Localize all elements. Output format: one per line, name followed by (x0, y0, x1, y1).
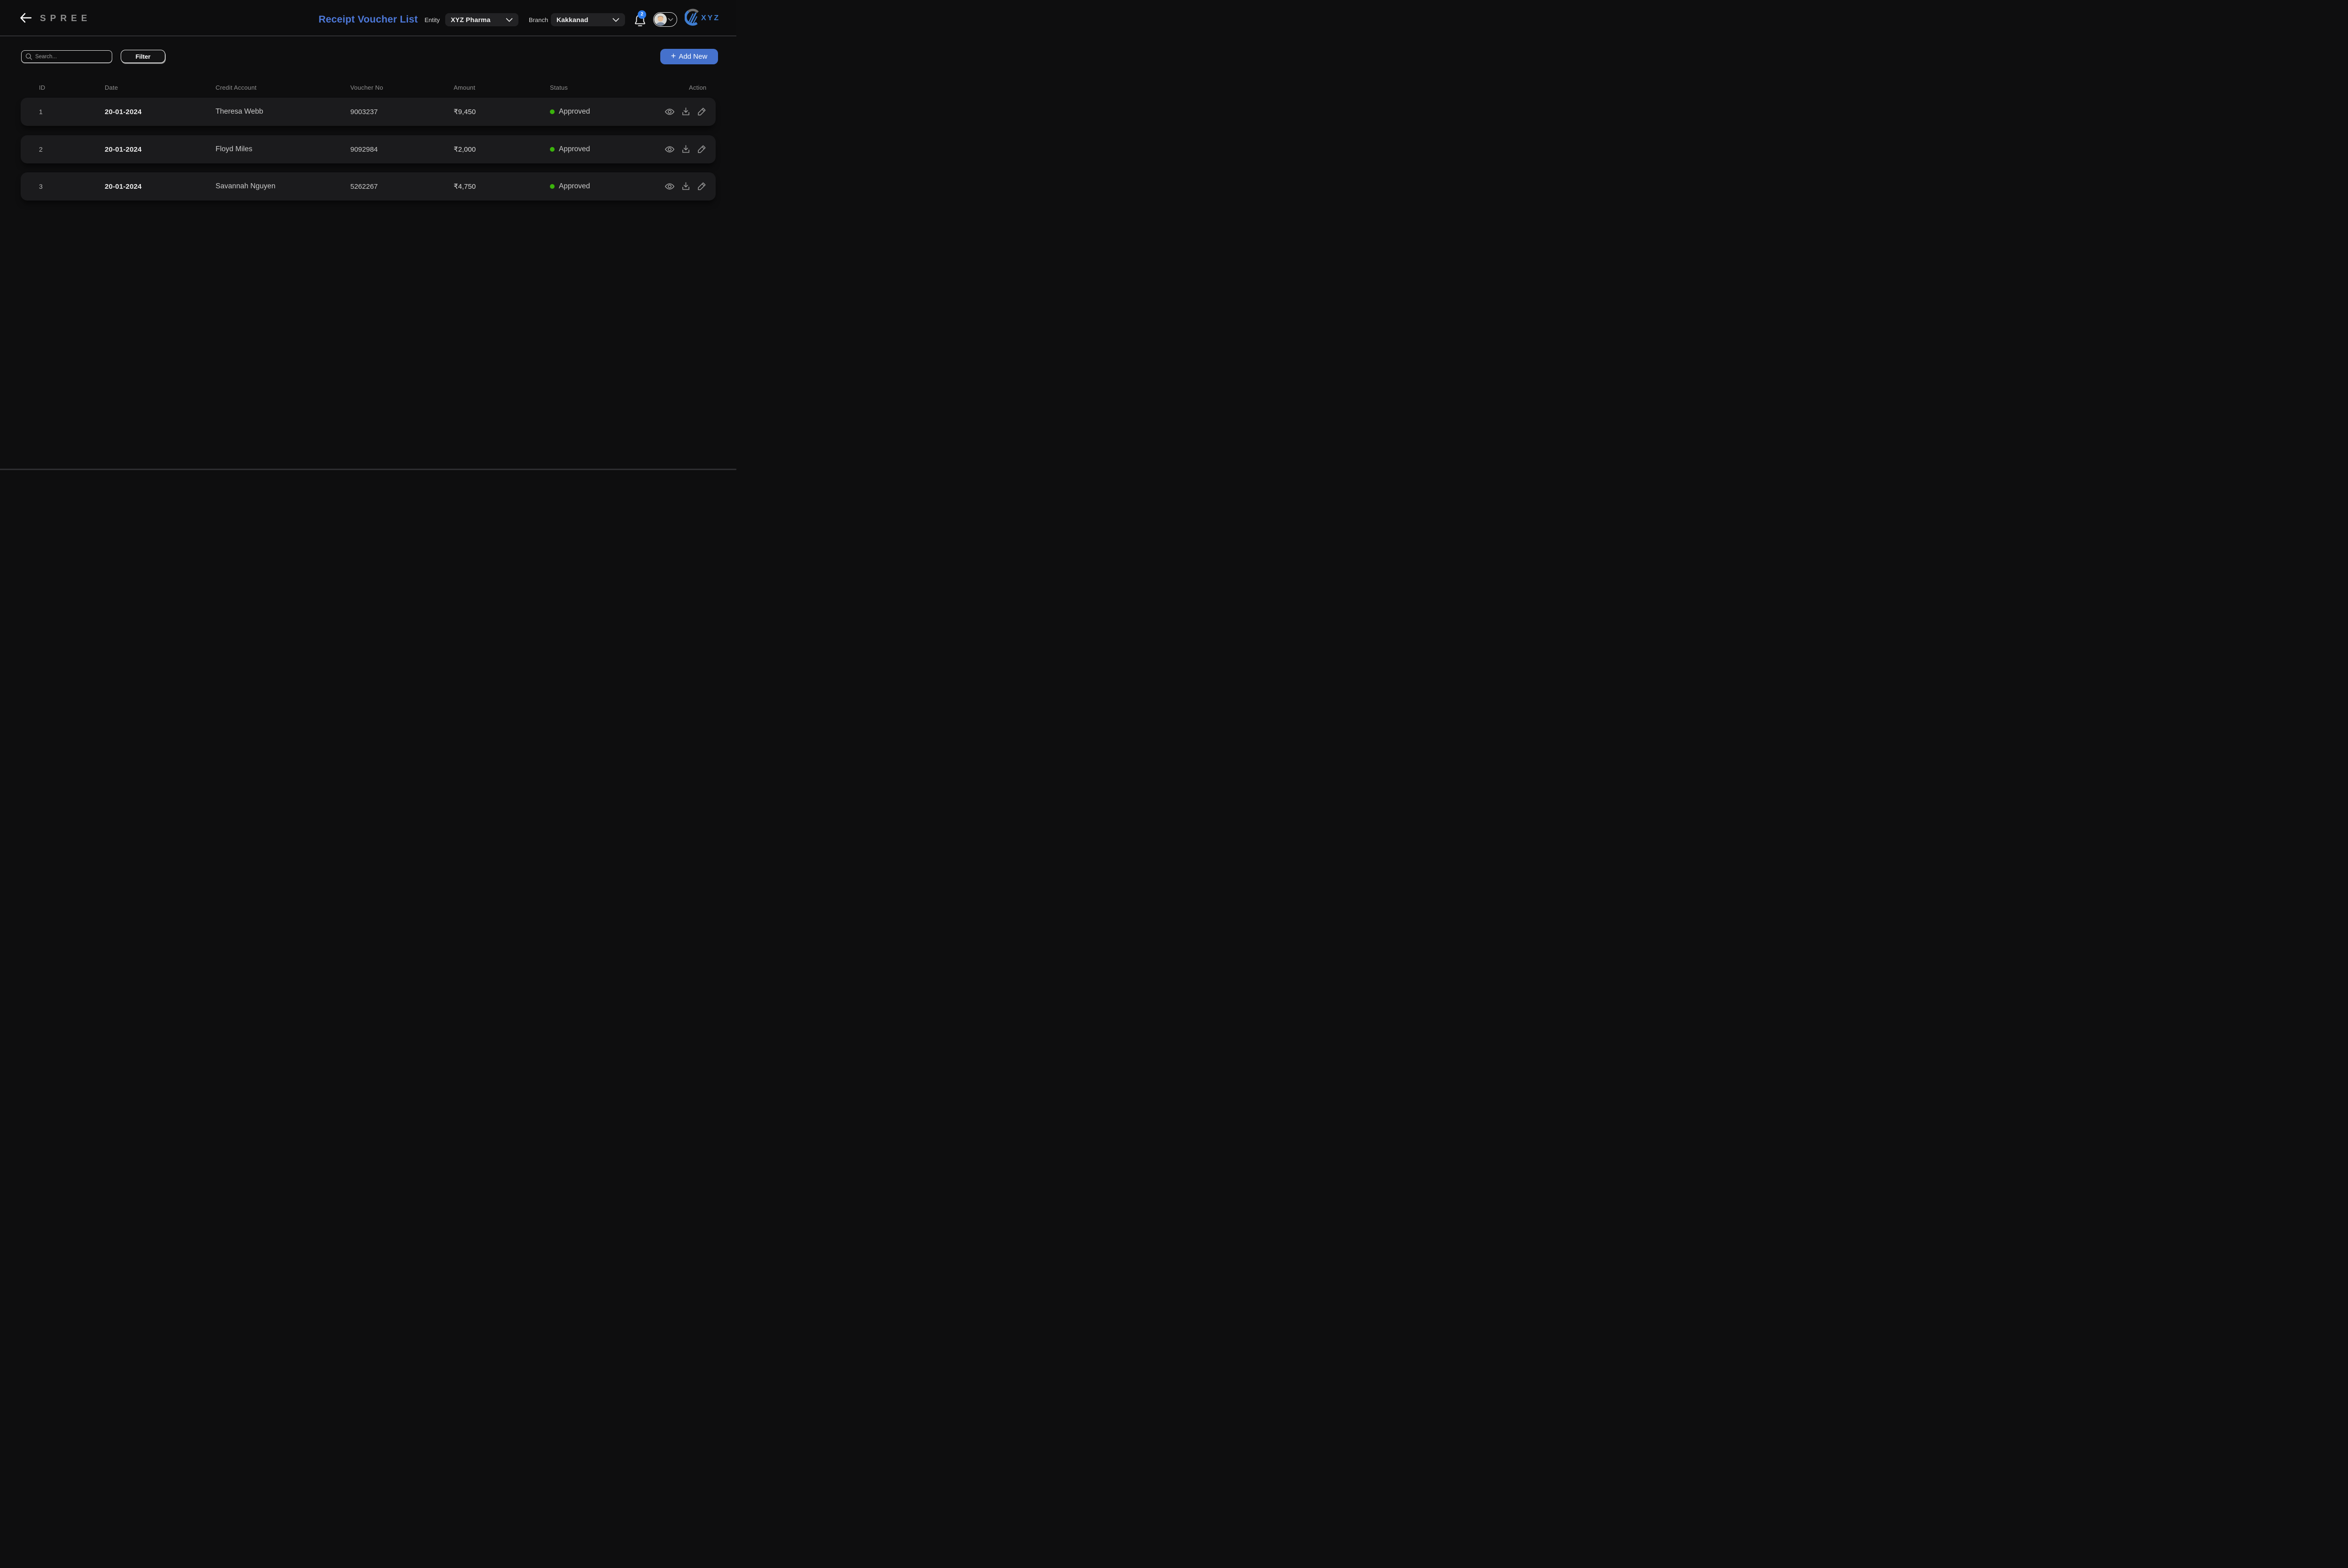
add-new-label: Add New (679, 53, 708, 61)
branch-value: Kakkanad (556, 16, 588, 23)
avatar (654, 13, 667, 26)
branch-label: Branch (529, 16, 548, 23)
company-logo-text: XYZ (701, 14, 720, 22)
cell-actions (664, 107, 718, 117)
cell-amount: ₹2,000 (454, 146, 476, 154)
entity-label: Entity (425, 16, 440, 23)
chevron-down-icon (612, 16, 619, 23)
branch-dropdown[interactable]: Kakkanad (551, 13, 625, 26)
eye-icon (664, 183, 675, 193)
cell-credit-account: Floyd Miles (216, 145, 253, 153)
column-header-credit-account: Credit Account (216, 84, 257, 91)
status-dot-icon (550, 109, 555, 114)
search-input[interactable] (21, 50, 112, 63)
entity-dropdown[interactable]: XYZ Pharma (445, 13, 518, 26)
search-box (21, 50, 112, 63)
cell-status: Approved (550, 182, 664, 191)
bell-icon (634, 15, 646, 29)
cell-date: 20-01-2024 (105, 182, 142, 191)
notification-badge: 2 (638, 10, 646, 19)
cell-date: 20-01-2024 (105, 145, 142, 154)
cell-date: 20-01-2024 (105, 108, 142, 116)
status-text: Approved (559, 182, 590, 190)
download-icon (681, 182, 691, 193)
topbar: SPREE Receipt Voucher List Entity XYZ Ph… (0, 0, 736, 36)
pencil-icon (697, 108, 707, 118)
company-logo: XYZ (684, 8, 720, 29)
chevron-down-icon (506, 16, 513, 23)
cell-id: 2 (39, 146, 43, 153)
cell-amount: ₹4,750 (454, 183, 476, 191)
download-button[interactable] (680, 144, 691, 154)
pencil-icon (697, 182, 707, 193)
table-header: ID Date Credit Account Voucher No Amount… (21, 82, 716, 93)
download-button[interactable] (680, 181, 691, 192)
view-button[interactable] (664, 144, 675, 154)
view-button[interactable] (664, 181, 675, 192)
pencil-icon (697, 145, 707, 155)
download-icon (681, 108, 691, 118)
status-dot-icon (550, 184, 555, 189)
cell-id: 1 (39, 108, 43, 116)
cell-actions (664, 144, 718, 154)
column-header-amount: Amount (454, 84, 476, 91)
avatar-menu-button[interactable] (653, 12, 677, 27)
table-row: 1 20-01-2024 Theresa Webb 9003237 ₹9,450… (21, 98, 716, 126)
table-row: 2 20-01-2024 Floyd Miles 9092984 ₹2,000 … (21, 135, 716, 163)
edit-button[interactable] (696, 107, 707, 117)
cell-voucher-no: 5262267 (350, 182, 378, 191)
cell-credit-account: Savannah Nguyen (216, 182, 276, 190)
cell-amount: ₹9,450 (454, 108, 476, 116)
cell-actions (664, 181, 718, 192)
cell-credit-account: Theresa Webb (216, 108, 263, 116)
download-icon (681, 145, 691, 155)
receipt-voucher-page: SPREE Receipt Voucher List Entity XYZ Ph… (0, 0, 736, 470)
column-header-id: ID (39, 84, 46, 91)
edit-button[interactable] (696, 181, 707, 192)
view-button[interactable] (664, 107, 675, 117)
eye-icon (664, 108, 675, 118)
download-button[interactable] (680, 107, 691, 117)
bottom-edge-strip (0, 469, 736, 470)
add-new-button[interactable]: + Add New (660, 49, 718, 64)
brand-logo: SPREE (40, 14, 92, 23)
cell-voucher-no: 9092984 (350, 145, 378, 154)
edit-button[interactable] (696, 144, 707, 154)
status-text: Approved (559, 145, 590, 153)
filter-button[interactable]: Filter (121, 50, 165, 63)
status-dot-icon (550, 147, 555, 152)
page-title: Receipt Voucher List (318, 14, 418, 25)
back-arrow-icon (19, 13, 32, 25)
cell-id: 3 (39, 183, 43, 190)
chevron-down-icon (668, 16, 673, 23)
cell-voucher-no: 9003237 (350, 108, 378, 116)
cell-status: Approved (550, 145, 664, 154)
eye-icon (664, 146, 675, 156)
plus-icon: + (671, 51, 676, 61)
cell-status: Approved (550, 108, 664, 116)
column-header-status: Status (550, 84, 568, 91)
column-header-voucher-no: Voucher No (350, 84, 383, 91)
status-text: Approved (559, 108, 590, 116)
entity-value: XYZ Pharma (451, 16, 491, 23)
company-logo-icon (684, 8, 701, 29)
back-button[interactable] (19, 12, 33, 25)
table-row: 3 20-01-2024 Savannah Nguyen 5262267 ₹4,… (21, 172, 716, 201)
column-header-date: Date (105, 84, 118, 91)
column-header-action: Action (689, 84, 707, 91)
